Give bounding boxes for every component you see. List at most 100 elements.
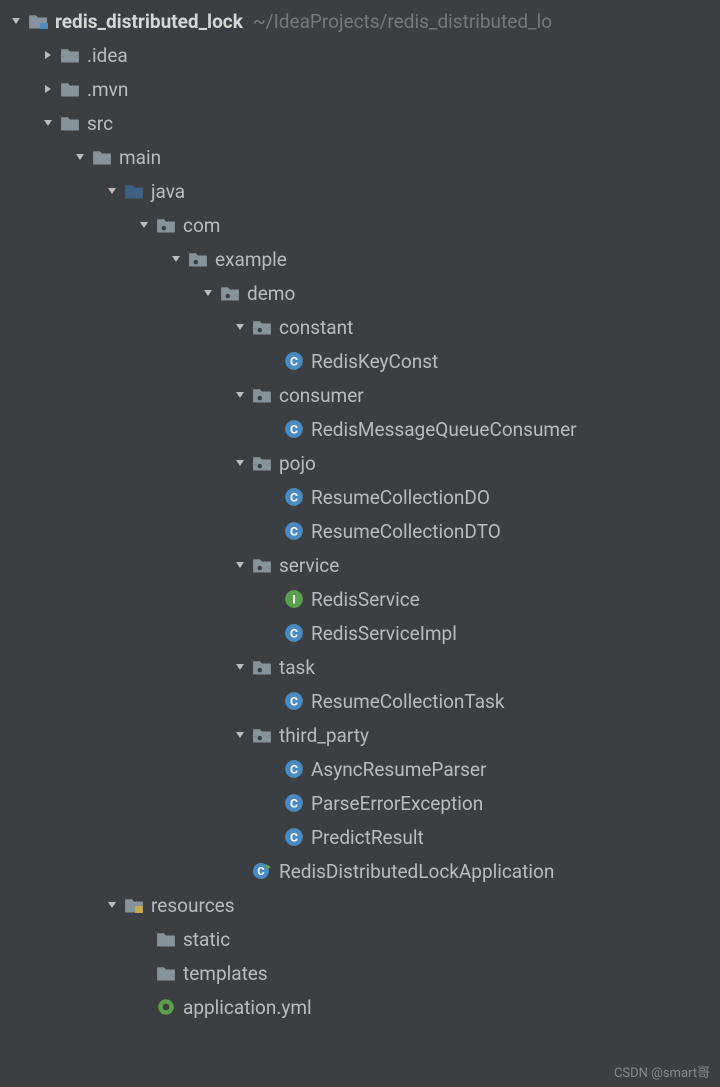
- node-label: AsyncResumeParser: [311, 758, 486, 781]
- expand-arrow-icon[interactable]: [232, 659, 248, 675]
- tree-row-com[interactable]: com: [0, 208, 720, 242]
- node-label: third_party: [279, 724, 369, 747]
- tree-row-example[interactable]: example: [0, 242, 720, 276]
- collapse-arrow-icon[interactable]: [40, 47, 56, 63]
- tree-row-mvn[interactable]: .mvn: [0, 72, 720, 106]
- svg-text:C: C: [290, 762, 298, 776]
- tree-row-src[interactable]: src: [0, 106, 720, 140]
- tree-row-idea[interactable]: .idea: [0, 38, 720, 72]
- class-icon: C: [284, 623, 304, 643]
- expand-arrow-icon[interactable]: [8, 13, 24, 29]
- expand-arrow-icon[interactable]: [200, 285, 216, 301]
- svg-text:C: C: [290, 422, 298, 436]
- class-icon: C: [284, 351, 304, 371]
- tree-row-applicationyml[interactable]: application.yml: [0, 990, 720, 1024]
- tree-row-rediskeyconst[interactable]: C RedisKeyConst: [0, 344, 720, 378]
- node-label: main: [119, 146, 161, 169]
- node-label: example: [215, 248, 287, 271]
- folder-icon: [156, 963, 176, 983]
- class-icon: C: [284, 521, 304, 541]
- node-label: .idea: [87, 44, 128, 67]
- svg-text:C: C: [290, 694, 298, 708]
- package-icon: [188, 249, 208, 269]
- expand-arrow-icon[interactable]: [232, 557, 248, 573]
- svg-text:C: C: [290, 626, 298, 640]
- node-label: RedisService: [311, 588, 420, 611]
- tree-row-resources[interactable]: resources: [0, 888, 720, 922]
- node-label: consumer: [279, 384, 364, 407]
- svg-text:C: C: [257, 865, 264, 878]
- root-path: ~/IdeaProjects/redis_distributed_lo: [253, 10, 552, 33]
- source-folder-icon: [124, 181, 144, 201]
- package-icon: [252, 453, 272, 473]
- package-icon: [252, 657, 272, 677]
- node-label: task: [279, 656, 315, 679]
- expand-arrow-icon[interactable]: [168, 251, 184, 267]
- expand-arrow-icon[interactable]: [72, 149, 88, 165]
- folder-icon: [60, 113, 80, 133]
- tree-row-redisservice[interactable]: I RedisService: [0, 582, 720, 616]
- tree-row-redisserviceimpl[interactable]: C RedisServiceImpl: [0, 616, 720, 650]
- tree-row-thirdparty[interactable]: third_party: [0, 718, 720, 752]
- node-label: resources: [151, 894, 235, 917]
- tree-row-redisdistributedlockapplication[interactable]: C RedisDistributedLockApplication: [0, 854, 720, 888]
- expand-arrow-icon[interactable]: [232, 455, 248, 471]
- svg-text:C: C: [290, 354, 298, 368]
- node-label: RedisServiceImpl: [311, 622, 457, 645]
- tree-row-java[interactable]: java: [0, 174, 720, 208]
- tree-row-resumecollectiondo[interactable]: C ResumeCollectionDO: [0, 480, 720, 514]
- tree-row-templates[interactable]: templates: [0, 956, 720, 990]
- expand-arrow-icon[interactable]: [232, 727, 248, 743]
- watermark: CSDN @smart哥: [614, 1062, 710, 1081]
- folder-icon: [60, 45, 80, 65]
- package-icon: [252, 385, 272, 405]
- svg-text:C: C: [290, 490, 298, 504]
- package-icon: [156, 215, 176, 235]
- expand-arrow-icon[interactable]: [104, 183, 120, 199]
- folder-icon: [60, 79, 80, 99]
- package-icon: [220, 283, 240, 303]
- svg-text:I: I: [292, 592, 296, 606]
- tree-row-root[interactable]: redis_distributed_lock ~/IdeaProjects/re…: [0, 4, 720, 38]
- class-icon: C: [284, 759, 304, 779]
- class-icon: C: [284, 793, 304, 813]
- package-icon: [252, 317, 272, 337]
- expand-arrow-icon[interactable]: [232, 319, 248, 335]
- project-tree: redis_distributed_lock ~/IdeaProjects/re…: [0, 0, 720, 1028]
- expand-arrow-icon[interactable]: [104, 897, 120, 913]
- svg-text:C: C: [290, 796, 298, 810]
- tree-row-parseerrorexception[interactable]: C ParseErrorException: [0, 786, 720, 820]
- node-label: service: [279, 554, 339, 577]
- node-label: ParseErrorException: [311, 792, 483, 815]
- node-label: com: [183, 214, 220, 237]
- tree-row-redismessagequeueconsumer[interactable]: C RedisMessageQueueConsumer: [0, 412, 720, 446]
- node-label: templates: [183, 962, 268, 985]
- svg-text:C: C: [290, 524, 298, 538]
- tree-row-demo[interactable]: demo: [0, 276, 720, 310]
- tree-row-service[interactable]: service: [0, 548, 720, 582]
- node-label: static: [183, 928, 230, 951]
- root-label: redis_distributed_lock: [55, 10, 243, 33]
- node-label: constant: [279, 316, 353, 339]
- tree-row-pojo[interactable]: pojo: [0, 446, 720, 480]
- tree-row-resumecollectiontask[interactable]: C ResumeCollectionTask: [0, 684, 720, 718]
- node-label: pojo: [279, 452, 316, 475]
- node-label: ResumeCollectionDO: [311, 486, 490, 509]
- tree-row-main[interactable]: main: [0, 140, 720, 174]
- expand-arrow-icon[interactable]: [40, 115, 56, 131]
- node-label: PredictResult: [311, 826, 424, 849]
- tree-row-asyncresumeparser[interactable]: C AsyncResumeParser: [0, 752, 720, 786]
- folder-icon: [92, 147, 112, 167]
- resources-folder-icon: [124, 895, 144, 915]
- expand-arrow-icon[interactable]: [136, 217, 152, 233]
- tree-row-consumer[interactable]: consumer: [0, 378, 720, 412]
- expand-arrow-icon[interactable]: [232, 387, 248, 403]
- tree-row-task[interactable]: task: [0, 650, 720, 684]
- interface-icon: I: [284, 589, 304, 609]
- tree-row-resumecollectiondto[interactable]: C ResumeCollectionDTO: [0, 514, 720, 548]
- tree-row-static[interactable]: static: [0, 922, 720, 956]
- tree-row-predictresult[interactable]: C PredictResult: [0, 820, 720, 854]
- node-label: .mvn: [87, 78, 128, 101]
- collapse-arrow-icon[interactable]: [40, 81, 56, 97]
- tree-row-constant[interactable]: constant: [0, 310, 720, 344]
